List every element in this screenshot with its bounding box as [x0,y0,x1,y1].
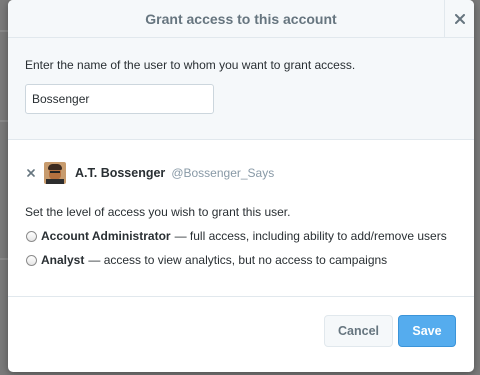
dialog-footer: Cancel Save [8,296,474,372]
option-label: Account Administrator [41,229,171,243]
radio-account-administrator[interactable] [26,230,37,242]
user-handle: @Bossenger_Says [171,166,275,180]
avatar [44,162,66,184]
option-account-administrator[interactable]: Account Administrator — full access, inc… [25,229,457,243]
option-analyst[interactable]: Analyst — access to view analytics, but … [25,253,457,267]
user-search-input[interactable] [25,84,214,114]
access-section: A.T. Bossenger @Bossenger_Says Set the l… [8,161,474,267]
option-label: Analyst [41,253,85,267]
user-name: A.T. Bossenger [75,166,166,180]
save-button[interactable]: Save [398,315,456,347]
radio-analyst[interactable] [26,254,37,266]
option-description: — access to view analytics, but no acces… [88,253,388,267]
remove-user-button[interactable] [26,168,36,178]
close-icon [454,14,465,24]
user-search-section: Enter the name of the user to whom you w… [8,38,474,140]
remove-icon [27,169,35,177]
close-button[interactable] [444,0,474,38]
access-level-prompt: Set the level of access you wish to gran… [25,205,291,219]
cancel-button[interactable]: Cancel [324,315,393,347]
grant-access-dialog: Grant access to this account Enter the n… [8,0,474,372]
dialog-header: Grant access to this account [8,0,474,38]
option-description: — full access, including ability to add/… [174,229,447,243]
dialog-title: Grant access to this account [145,10,337,27]
selected-user: A.T. Bossenger @Bossenger_Says [25,161,457,185]
search-prompt: Enter the name of the user to whom you w… [25,58,356,72]
